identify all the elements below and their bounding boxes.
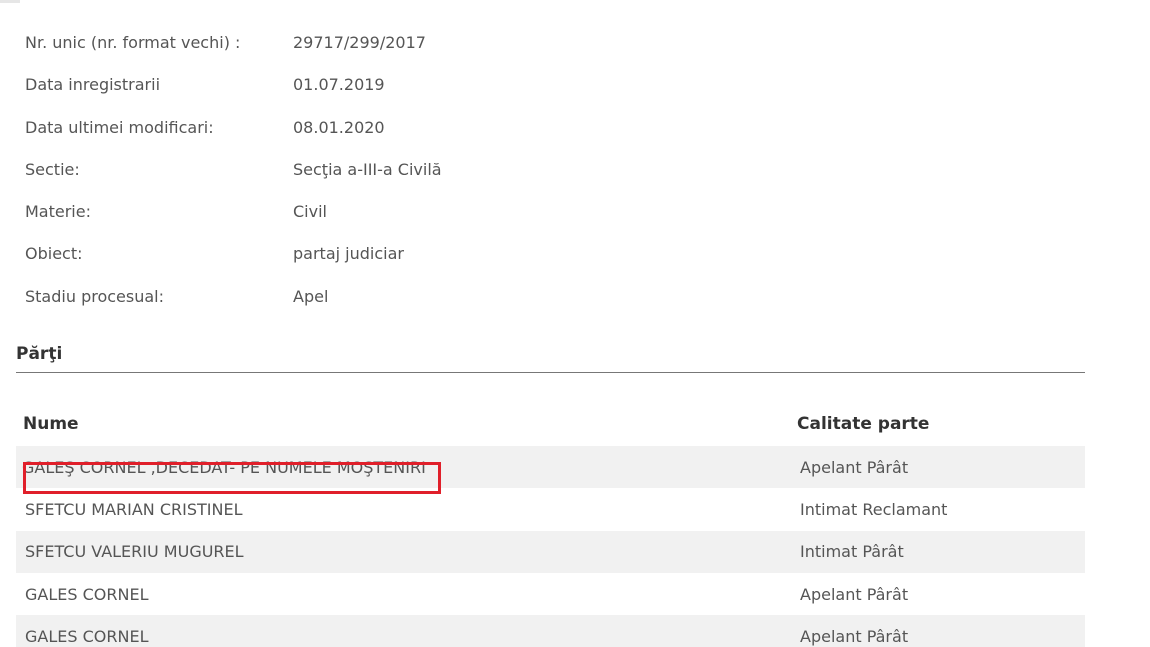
column-header-name: Nume <box>23 414 79 434</box>
detail-value: 08.01.2020 <box>293 117 385 137</box>
section-divider <box>16 372 1085 373</box>
detail-label: Nr. unic (nr. format vechi) : <box>25 33 241 52</box>
detail-label: Data inregistrarii <box>25 75 161 95</box>
detail-value: Civil <box>293 202 327 222</box>
party-role: Intimat Pârât <box>800 542 904 562</box>
detail-label: Stadiu procesual: <box>25 286 164 306</box>
case-details-list: Nr. unic (nr. format vechi) : 29717/299/… <box>25 33 442 329</box>
case-details-page: Nr. unic (nr. format vechi) : 29717/299/… <box>0 0 1150 647</box>
detail-value: partaj judiciar <box>293 244 404 264</box>
table-header: Nume Calitate parte <box>16 402 1085 446</box>
detail-row-registration-date: Data inregistrarii 01.07.2019 <box>25 75 442 117</box>
party-name: GALES CORNEL <box>25 584 149 604</box>
detail-label: Data ultimei modificari: <box>25 117 214 137</box>
detail-row-procedural-stage: Stadiu procesual: Apel <box>25 287 442 329</box>
table-row: SFETCU MARIAN CRISTINEL Intimat Reclaman… <box>16 488 1085 530</box>
detail-label: Sectie: <box>25 159 80 179</box>
detail-row-last-modified: Data ultimei modificari: 08.01.2020 <box>25 118 442 160</box>
detail-value: Secţia a-III-a Civilă <box>293 159 442 179</box>
table-row: GALES CORNEL Apelant Pârât <box>16 615 1085 647</box>
top-divider <box>0 0 20 3</box>
column-header-role: Calitate parte <box>797 414 930 434</box>
parties-section-title: Părţi <box>16 344 63 364</box>
party-role: Intimat Reclamant <box>800 499 948 519</box>
table-row: GALES CORNEL Apelant Pârât <box>16 573 1085 615</box>
table-row: SFETCU VALERIU MUGUREL Intimat Pârât <box>16 530 1085 573</box>
party-name: GALEŞ CORNEL ,DECEDAT- PE NUMELE MOŞTENI… <box>22 457 426 477</box>
party-name: SFETCU MARIAN CRISTINEL <box>25 499 243 519</box>
detail-row-section: Sectie: Secţia a-III-a Civilă <box>25 160 442 202</box>
detail-value: 01.07.2019 <box>293 75 385 95</box>
party-name: SFETCU VALERIU MUGUREL <box>25 542 244 562</box>
detail-label: Obiect: <box>25 244 83 264</box>
party-role: Apelant Pârât <box>800 626 909 646</box>
detail-value: 29717/299/2017 <box>293 33 426 52</box>
party-role: Apelant Pârât <box>800 584 909 604</box>
detail-row-object: Obiect: partaj judiciar <box>25 244 442 286</box>
table-row: GALEŞ CORNEL ,DECEDAT- PE NUMELE MOŞTENI… <box>16 446 1085 494</box>
party-role: Apelant Pârât <box>800 457 909 477</box>
detail-label: Materie: <box>25 202 91 222</box>
party-name-cell: GALEŞ CORNEL ,DECEDAT- PE NUMELE MOŞTENI… <box>16 457 790 494</box>
parties-table: Nume Calitate parte GALEŞ CORNEL ,DECEDA… <box>16 402 1085 647</box>
detail-row-matter: Materie: Civil <box>25 202 442 244</box>
detail-value: Apel <box>293 286 329 306</box>
detail-row-case-number: Nr. unic (nr. format vechi) : 29717/299/… <box>25 33 442 75</box>
party-name: GALES CORNEL <box>25 626 149 646</box>
